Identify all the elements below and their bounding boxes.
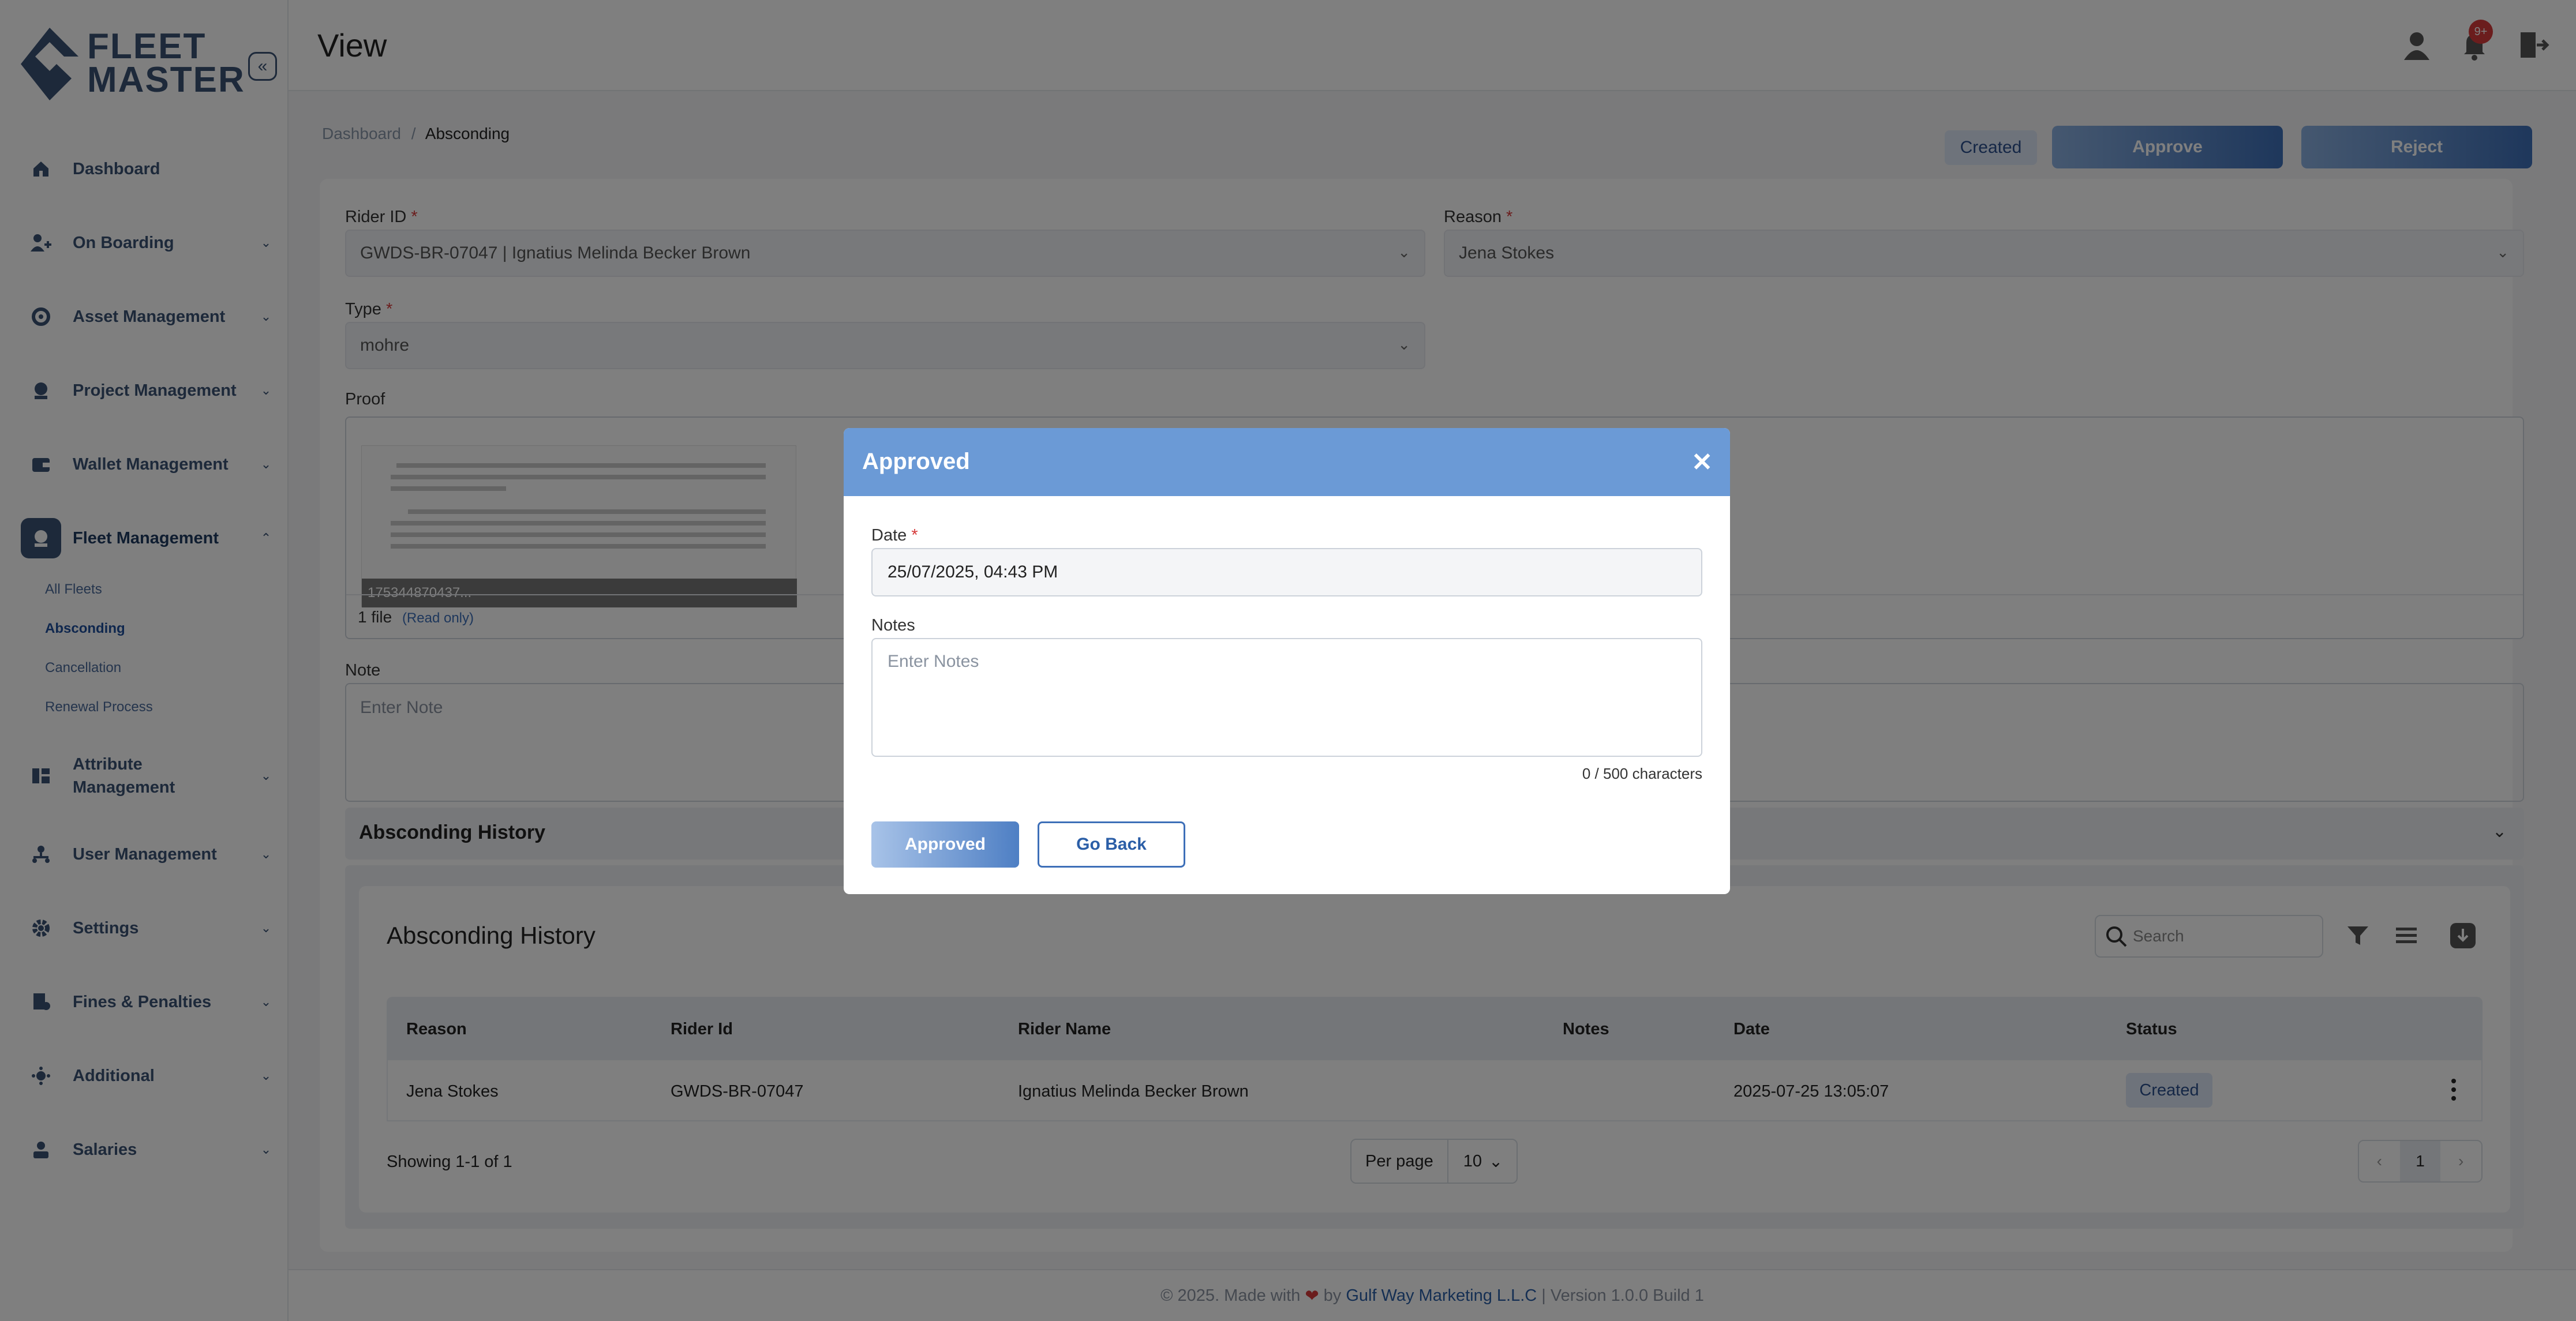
- char-counter: 0 / 500 characters: [1582, 765, 1702, 782]
- approved-submit-button[interactable]: Approved: [871, 821, 1019, 868]
- go-back-button[interactable]: Go Back: [1038, 821, 1185, 868]
- date-input[interactable]: 25/07/2025, 04:43 PM: [871, 548, 1702, 596]
- notes-label: Notes: [871, 616, 915, 635]
- date-label-text: Date: [871, 526, 907, 545]
- modal-header: Approved ✕: [844, 428, 1730, 496]
- required-mark: *: [911, 526, 918, 545]
- notes-textarea[interactable]: Enter Notes: [871, 638, 1702, 757]
- approved-modal: Approved ✕ Date * 25/07/2025, 04:43 PM N…: [844, 428, 1730, 894]
- modal-title: Approved: [862, 449, 970, 474]
- date-label: Date *: [871, 526, 918, 545]
- close-icon[interactable]: ✕: [1691, 448, 1713, 477]
